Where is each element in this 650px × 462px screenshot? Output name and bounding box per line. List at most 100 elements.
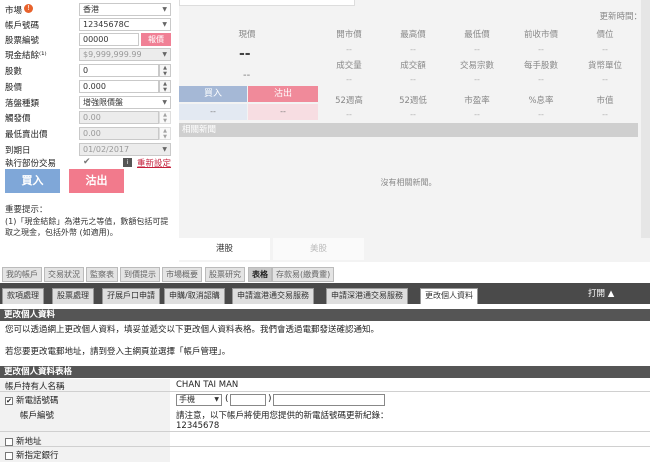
tab-my-account[interactable]: 我的帳戶 xyxy=(2,267,42,282)
quote-header-lot-size: 每手股數 xyxy=(523,61,558,71)
trigger-price-input[interactable]: 0.00 xyxy=(79,111,159,124)
min-sell-price-label: 最低賣出價 xyxy=(5,130,48,140)
area-code-input[interactable] xyxy=(230,394,266,406)
account-select[interactable]: 12345678C xyxy=(79,18,171,31)
tab-change-personal-info[interactable]: 更改個人資料 xyxy=(420,288,478,304)
quote-value: -- xyxy=(410,45,416,54)
account-no-label: 帳戶編號 xyxy=(20,411,55,421)
new-phone-row: ✔ 新電話號碼 xyxy=(5,394,59,406)
quote-header-prev-close: 前收市價 xyxy=(523,30,558,40)
buy-button[interactable]: 買入 xyxy=(5,169,60,193)
min-sell-price-input[interactable]: 0.00 xyxy=(79,127,159,140)
tab-watchlist[interactable]: 監察表 xyxy=(86,267,118,282)
sell-button[interactable]: 沽出 xyxy=(69,169,124,193)
quote-value: -- xyxy=(602,75,608,84)
quote-value: -- xyxy=(410,75,416,84)
price-input[interactable]: 0.000 xyxy=(79,80,159,93)
info-icon[interactable]: i xyxy=(123,158,132,167)
quote-header-52w-high: 52週高 xyxy=(335,96,363,106)
new-phone-checkbox[interactable]: ✔ xyxy=(5,396,13,405)
tab-fund-handling[interactable]: 款項處理 xyxy=(2,288,44,304)
expiry-select[interactable]: 01/02/2017 xyxy=(79,143,171,156)
lots-input[interactable]: 0 xyxy=(79,64,159,77)
lots-row: 股數 0 ▲ ▼ xyxy=(5,64,175,78)
tab-hk-stocks[interactable]: 港股 xyxy=(179,238,270,260)
market-select[interactable]: 香港 xyxy=(79,3,171,16)
order-type-select[interactable]: 增強限價盤 xyxy=(79,96,171,109)
vertical-scrollbar[interactable] xyxy=(641,0,650,238)
min-sell-price-stepper[interactable]: ▲ ▼ xyxy=(159,127,171,140)
bid-value: -- xyxy=(179,104,247,120)
price-stepper[interactable]: ▲ ▼ xyxy=(159,80,171,93)
phone-number-input[interactable] xyxy=(273,394,385,406)
down-arrow-icon[interactable]: ▼ xyxy=(160,118,170,124)
tab-margin-application[interactable]: 孖展戶口申請 xyxy=(102,288,160,304)
order-type-row: 落盤種類 增強限價盤 xyxy=(5,96,175,110)
quote-header-yield: %息率 xyxy=(528,96,554,106)
info-icon[interactable]: ! xyxy=(24,4,34,13)
quote-search-field[interactable] xyxy=(179,0,355,6)
tab-ipo-subscription[interactable]: 申購/取消認購 xyxy=(164,288,225,304)
row-divider xyxy=(0,431,650,432)
tips-title: 重要提示： xyxy=(5,205,48,215)
quote-header-currency: 貨幣單位 xyxy=(587,61,622,71)
cash-balance-field: $9,999,999.99 xyxy=(79,48,171,61)
cash-balance-row: 現金結餘⁽¹⁾ $9,999,999.99 xyxy=(5,48,175,62)
bid-header: 買入 xyxy=(179,86,247,102)
new-address-checkbox[interactable] xyxy=(5,437,13,446)
tab-pps-deposit[interactable]: 存款易(繳費靈) xyxy=(272,267,335,282)
tab-market-overview[interactable]: 市場概要 xyxy=(162,267,202,282)
section-form-title: 更改個人資料表格 xyxy=(0,366,650,378)
tab-shenzhen-connect[interactable]: 申請深港通交易服務 xyxy=(326,288,408,304)
new-bank-checkbox[interactable] xyxy=(5,451,13,460)
lots-label: 股數 xyxy=(5,67,23,77)
stock-code-label: 股票編號 xyxy=(5,36,40,46)
price-label: 股價 xyxy=(5,83,23,93)
down-arrow-icon[interactable]: ▼ xyxy=(160,134,170,140)
quote-value: -- xyxy=(474,45,480,54)
news-header: 相關新聞 xyxy=(179,123,638,137)
down-arrow-icon[interactable]: ▼ xyxy=(160,87,170,93)
new-bank-label: 新指定銀行 xyxy=(16,451,59,461)
tips-text: (1)「現金結餘」為港元之等值，數額包括可提取之現金，包括外幣 (如適用)。 xyxy=(5,217,169,237)
quote-value: -- xyxy=(538,75,544,84)
quote-header-open: 開市價 xyxy=(336,30,362,40)
quote-value: -- xyxy=(474,75,480,84)
email-note-text: 若您要更改電郵地址，請到登入主網頁並選擇「帳戶管理」。 xyxy=(5,347,231,357)
quote-value: -- xyxy=(538,110,544,119)
quote-value: -- xyxy=(346,45,352,54)
paren-open: ( xyxy=(225,394,229,404)
lots-stepper[interactable]: ▲ ▼ xyxy=(159,64,171,77)
quote-button[interactable]: 報價 xyxy=(141,33,171,46)
quote-value: -- xyxy=(538,45,544,54)
tab-stock-research[interactable]: 股票研究 xyxy=(205,267,245,282)
trigger-price-stepper[interactable]: ▲ ▼ xyxy=(159,111,171,124)
phone-type-select[interactable]: 手機 xyxy=(176,394,222,406)
new-phone-label: 新電話號碼 xyxy=(16,396,59,406)
expiry-row: 到期日 01/02/2017 xyxy=(5,143,175,157)
quote-header-volume: 成交量 xyxy=(336,61,362,71)
account-no-value: 12345678 xyxy=(176,421,220,431)
down-arrow-icon[interactable]: ▼ xyxy=(160,71,170,77)
stock-code-input[interactable]: 00000 xyxy=(79,33,139,46)
intro-text: 您可以透過網上更改個人資料，填妥並遞交以下更改個人資料表格。我們會透過電郵發送確… xyxy=(5,325,380,335)
account-note-text: 請注意，以下帳戶將使用您提供的新電話號碼更新紀錄： xyxy=(176,411,389,421)
tab-price-alert[interactable]: 到價提示 xyxy=(120,267,160,282)
paren-close: ) xyxy=(268,394,272,404)
reset-link[interactable]: 重新設定 xyxy=(137,157,171,169)
tab-forms[interactable]: 表格 xyxy=(248,267,272,282)
quote-header-high: 最高價 xyxy=(400,30,426,40)
tab-trade-status[interactable]: 交易狀況 xyxy=(44,267,84,282)
update-time: 更新時間： xyxy=(599,12,642,22)
collapse-button[interactable]: 打開 ▲ xyxy=(588,287,614,299)
holder-name-value: CHAN TAI MAN xyxy=(176,380,239,390)
market-row: 市場! 香港 xyxy=(5,3,175,17)
ask-value: -- xyxy=(248,104,318,120)
tab-us-stocks[interactable]: 美股 xyxy=(273,238,364,260)
row-divider xyxy=(0,446,650,447)
exec-all-checkbox[interactable]: ✔ xyxy=(83,157,91,167)
exec-all-label: 執行部份交易 xyxy=(5,159,57,169)
tab-shanghai-connect[interactable]: 申請滬港通交易服務 xyxy=(232,288,314,304)
tab-stock-handling[interactable]: 股票處理 xyxy=(52,288,94,304)
section-change-info-title: 更改個人資料 xyxy=(0,309,650,321)
